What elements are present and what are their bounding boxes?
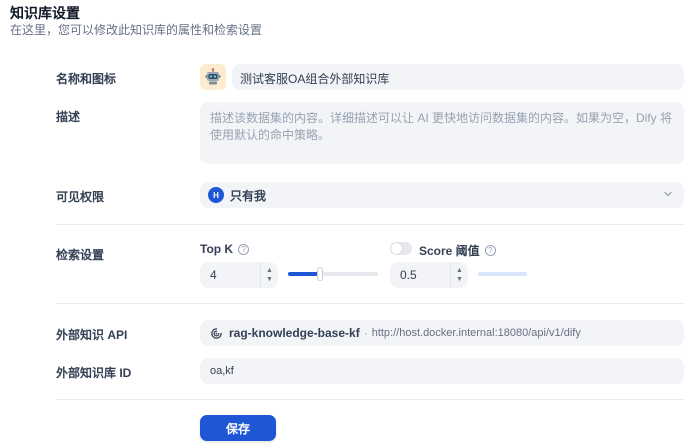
permission-label: 可见权限 <box>56 190 105 204</box>
dataset-icon-picker[interactable] <box>200 64 226 90</box>
page-title: 知识库设置 <box>10 5 80 21</box>
chevron-up-icon[interactable]: ▲ <box>266 266 273 275</box>
separator: · <box>363 326 368 340</box>
divider <box>56 224 684 225</box>
description-label: 描述 <box>56 110 81 124</box>
description-textarea[interactable]: 描述该数据集的内容。详细描述可以让 AI 更快地访问数据集的内容。如果为空，Di… <box>200 102 684 164</box>
top-k-input[interactable]: 4 ▲ ▼ <box>200 262 278 288</box>
top-k-label: Top K ? <box>200 242 250 256</box>
help-icon[interactable]: ? <box>484 245 496 256</box>
score-label: Score 阈值 ? <box>419 242 496 259</box>
permission-select[interactable]: H 只有我 <box>200 182 684 208</box>
score-stepper[interactable]: ▲ ▼ <box>450 262 468 288</box>
help-icon[interactable]: ? <box>238 243 250 255</box>
external-id-label: 外部知识库 ID <box>56 366 132 380</box>
external-api-label: 外部知识 API <box>56 328 128 342</box>
chevron-down-icon[interactable]: ▼ <box>266 275 273 284</box>
chevron-up-icon[interactable]: ▲ <box>456 266 463 275</box>
api-connection-icon <box>211 327 222 339</box>
score-value: 0.5 <box>400 268 417 282</box>
robot-icon <box>205 68 221 85</box>
name-label: 名称和图标 <box>56 72 117 86</box>
top-k-slider-fill <box>288 272 320 276</box>
retrieval-label: 检索设置 <box>56 248 105 262</box>
external-api-url: http://host.docker.internal:18080/api/v1… <box>371 327 581 339</box>
external-api-select[interactable]: rag-knowledge-base-kf · http://host.dock… <box>200 320 684 346</box>
save-button[interactable]: 保存 <box>200 415 276 441</box>
top-k-slider[interactable] <box>288 267 378 281</box>
top-k-label-text: Top K <box>200 242 234 256</box>
chevron-down-icon[interactable]: ▼ <box>456 275 463 284</box>
score-input[interactable]: 0.5 ▲ ▼ <box>390 262 468 288</box>
top-k-value: 4 <box>210 268 217 282</box>
external-api-name: rag-knowledge-base-kf <box>229 326 360 340</box>
dataset-name-input[interactable]: 测试客服OA组合外部知识库 <box>232 64 684 90</box>
top-k-stepper[interactable]: ▲ ▼ <box>260 262 278 288</box>
score-slider-fill <box>478 272 527 276</box>
external-id-input[interactable]: oa,kf <box>200 358 684 384</box>
score-threshold-toggle[interactable] <box>390 242 412 255</box>
divider <box>56 399 684 400</box>
toggle-knob <box>391 243 402 254</box>
page-subtitle: 在这里，您可以修改此知识库的属性和检索设置 <box>10 23 263 37</box>
permission-value: 只有我 <box>230 188 267 203</box>
top-k-slider-handle[interactable] <box>316 267 323 281</box>
score-slider[interactable] <box>478 272 576 276</box>
chevron-down-icon <box>664 191 672 197</box>
avatar: H <box>208 187 224 203</box>
score-label-text: Score 阈值 <box>419 244 480 258</box>
divider <box>56 303 684 304</box>
